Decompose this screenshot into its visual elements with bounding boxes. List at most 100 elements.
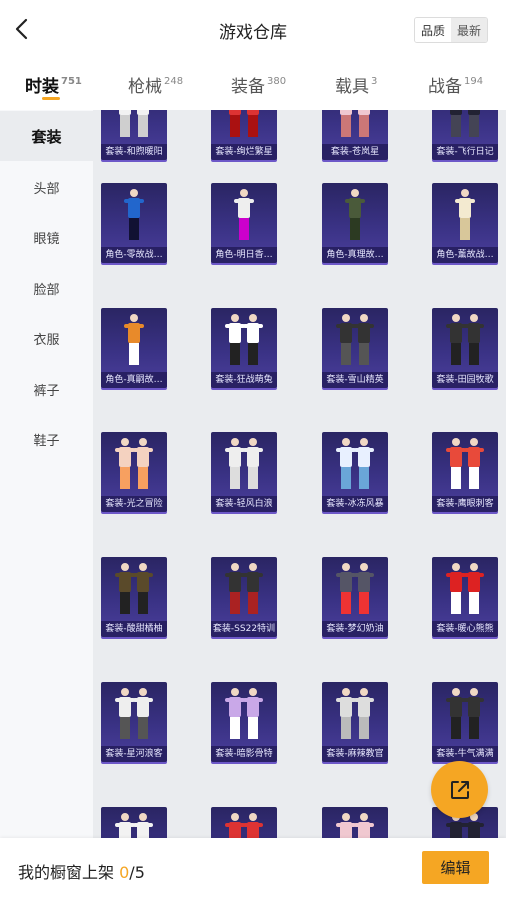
outfit-card[interactable]: 套装-冰冻风暴 (322, 432, 388, 512)
sidebar-item-head[interactable]: 头部 (0, 162, 93, 212)
edit-button[interactable]: 编辑 (422, 851, 489, 884)
outfit-figure-icon (225, 438, 263, 489)
outfit-figure-icon (446, 563, 484, 614)
outfit-figure-icon (446, 314, 484, 365)
external-link-icon (450, 780, 469, 799)
showcase-total-count: 5 (134, 863, 145, 882)
tab-count: 751 (61, 76, 82, 87)
sidebar-item-pants[interactable]: 裤子 (0, 364, 93, 414)
sidebar-item-outfits[interactable]: 套装 (0, 111, 93, 161)
outfit-card-label: 套装-轻风白浪 (211, 496, 277, 512)
outfit-card-label: 套装-绚烂繁星 (211, 144, 277, 160)
outfit-figure-icon (234, 189, 254, 240)
outfit-figure-icon (336, 688, 374, 739)
outfit-card-label: 套装-雪山精英 (322, 372, 388, 388)
outfit-figure-icon (124, 189, 144, 240)
outfit-card[interactable]: 角色-薰故战… (432, 183, 498, 263)
outfit-card[interactable]: 角色-零故战… (101, 183, 167, 263)
outfit-figure-icon (446, 438, 484, 489)
tab-weapons[interactable]: 枪械 248 (128, 72, 183, 97)
outfit-card[interactable]: 套装-星河浪客 (101, 682, 167, 762)
active-tab-indicator (42, 97, 60, 100)
tab-fashion[interactable]: 时装 751 (25, 72, 82, 97)
outfit-card-label: 套装-麻辣教官 (322, 746, 388, 762)
outfit-figure-icon (225, 314, 263, 365)
outfit-card-label: 套装-暗影骨特 (211, 746, 277, 762)
outfit-figure-icon (229, 110, 259, 137)
outfit-card[interactable]: 套装-鹰眼刺客 (432, 432, 498, 512)
outfit-card[interactable]: 套装-光之冒险 (101, 432, 167, 512)
outfit-card-label: 套装-鹰眼刺客 (432, 496, 498, 512)
outfit-figure-icon (455, 189, 475, 240)
tab-count: 380 (267, 76, 287, 87)
outfit-card[interactable] (211, 807, 277, 838)
outfit-card[interactable]: 套装-暗影骨特 (211, 682, 277, 762)
outfit-figure-icon (119, 110, 149, 137)
outfit-card[interactable] (101, 807, 167, 838)
tab-vehicles[interactable]: 载具 3 (335, 72, 377, 97)
outfit-card-label: 套装-SS22特训 (211, 621, 277, 637)
outfit-card[interactable]: 角色-真理故… (322, 183, 388, 263)
outfit-card[interactable]: 套装-绚烂繁星 (211, 110, 277, 160)
outfit-figure-icon (115, 438, 153, 489)
sort-option-latest[interactable]: 最新 (451, 18, 487, 42)
sidebar-item-clothes[interactable]: 衣服 (0, 313, 93, 363)
outfit-card[interactable]: 套装-飞行日记 (432, 110, 498, 160)
outfit-figure-icon (340, 110, 370, 137)
outfit-card[interactable] (322, 807, 388, 838)
item-grid: 套装-和煦暖阳 套装-绚烂繁星 套装-苍岚星 套装-飞行日记角色-零故战… 角色-明日香… (93, 110, 506, 838)
sidebar-item-face[interactable]: 脸部 (0, 263, 93, 313)
showcase-current-count: 0 (119, 863, 130, 882)
header: 游戏仓库 品质 最新 (0, 0, 506, 60)
tab-label: 装备 (231, 77, 265, 97)
outfit-card[interactable]: 套装-苍岚星 (322, 110, 388, 160)
outfit-card[interactable]: 套装-和煦暖阳 (101, 110, 167, 160)
sort-option-quality[interactable]: 品质 (415, 18, 451, 42)
outfit-figure-icon (115, 563, 153, 614)
outfit-card[interactable]: 套装-SS22特训 (211, 557, 277, 637)
outfit-figure-icon (225, 813, 263, 838)
outfit-figure-icon (336, 563, 374, 614)
outfit-card[interactable]: 角色-真嗣故… (101, 308, 167, 388)
outfit-card[interactable]: 套装-梦幻奶油 (322, 557, 388, 637)
outfit-card[interactable]: 套装-暖心熊熊 (432, 557, 498, 637)
outfit-card-label: 套装-苍岚星 (322, 144, 388, 160)
category-tabs: 时装 751 枪械 248 装备 380 载具 3 战备 194 (0, 60, 506, 110)
outfit-figure-icon (124, 314, 144, 365)
outfit-card-label: 套装-田园牧歌 (432, 372, 498, 388)
tab-label: 时装 (25, 77, 59, 97)
outfit-figure-icon (345, 189, 365, 240)
outfit-figure-icon (450, 110, 480, 137)
outfit-figure-icon (336, 438, 374, 489)
outfit-card-label: 套装-牛气满满 (432, 746, 498, 762)
showcase-label: 我的橱窗上架 (18, 863, 115, 882)
tab-supplies[interactable]: 战备 194 (428, 72, 483, 97)
tab-label: 战备 (428, 77, 462, 97)
outfit-card[interactable]: 套装-雪山精英 (322, 308, 388, 388)
outfit-card[interactable]: 套装-田园牧歌 (432, 308, 498, 388)
outfit-card-label: 角色-明日香… (211, 247, 277, 263)
outfit-figure-icon (115, 813, 153, 838)
sidebar-item-glasses[interactable]: 眼镜 (0, 212, 93, 262)
outfit-card-label: 套装-和煦暖阳 (101, 144, 167, 160)
tab-equipment[interactable]: 装备 380 (231, 72, 286, 97)
outfit-card[interactable]: 角色-明日香… (211, 183, 277, 263)
showcase-status: 我的橱窗上架 0/5 (18, 859, 145, 883)
outfit-card-label: 角色-零故战… (101, 247, 167, 263)
sidebar: 套装 头部 眼镜 脸部 衣服 裤子 鞋子 (0, 110, 93, 838)
outfit-card[interactable]: 套装-牛气满满 (432, 682, 498, 762)
outfit-card[interactable]: 套装-麻辣教官 (322, 682, 388, 762)
outfit-figure-icon (115, 688, 153, 739)
outfit-figure-icon (336, 813, 374, 838)
outfit-figure-icon (225, 563, 263, 614)
outfit-card[interactable]: 套装-酸甜橘柚 (101, 557, 167, 637)
outfit-card[interactable]: 套装-狂战萌兔 (211, 308, 277, 388)
outfit-figure-icon (446, 688, 484, 739)
share-button[interactable] (431, 761, 488, 818)
outfit-card-label: 套装-酸甜橘柚 (101, 621, 167, 637)
sidebar-item-shoes[interactable]: 鞋子 (0, 414, 93, 464)
sort-toggle[interactable]: 品质 最新 (414, 17, 488, 43)
outfit-card-label: 角色-薰故战… (432, 247, 498, 263)
tab-label: 枪械 (128, 77, 162, 97)
outfit-card[interactable]: 套装-轻风白浪 (211, 432, 277, 512)
